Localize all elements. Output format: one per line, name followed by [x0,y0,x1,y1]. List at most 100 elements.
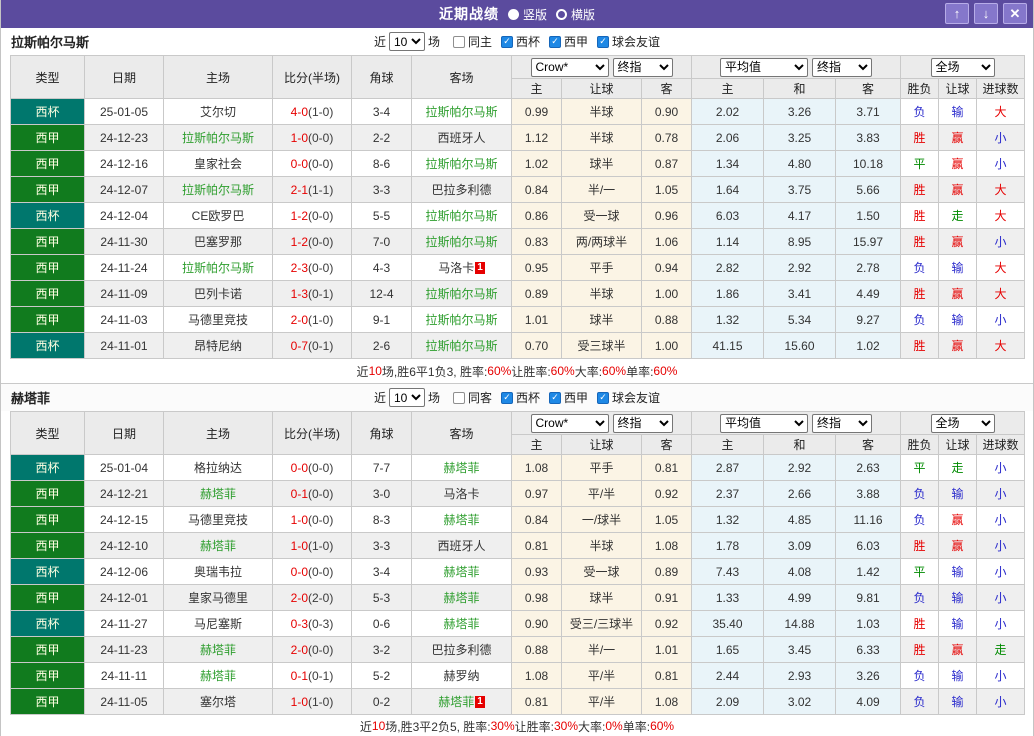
crow-away-odds: 0.94 [641,254,692,281]
result-win-loss: 胜 [900,176,940,203]
score-cell: 1-0(1-0) [272,532,352,559]
match-type-badge: 西杯 [10,558,85,585]
average-select[interactable]: 平均值 [720,57,808,77]
crow-home-odds: 0.93 [511,558,562,585]
table-row: 西甲 24-11-09 巴列卡诺 1-3(0-1) 12-4 拉斯帕尔马斯 0.… [10,280,1026,307]
away-team: 赫罗纳 [411,662,512,689]
radio-vertical-layout[interactable]: 竖版 [507,6,547,23]
home-team: 奥瑞韦拉 [163,558,273,585]
result-goals: 小 [976,150,1026,177]
filter-row: 赫塔菲 近 10 场 同客 ✓ 西杯 ✓ 西甲 ✓ 球会友谊 [1,383,1033,411]
avg-draw-odds: 4.99 [763,584,836,611]
friendly-checkbox[interactable]: ✓ [597,391,610,404]
match-date: 24-12-04 [84,202,164,229]
final-index-select-2[interactable]: 终指 [812,413,872,433]
move-up-button[interactable]: ↑ [945,3,969,24]
result-handicap: 赢 [938,150,978,177]
avg-draw-odds: 5.34 [763,306,836,333]
away-team: 马洛卡 [411,480,512,507]
avg-away-odds: 3.71 [834,98,902,125]
score-cell: 0-0(0-0) [272,150,352,177]
halftime-score: (1-0) [308,104,334,119]
crow-home-odds: 0.70 [511,332,562,359]
handicap-line: 半/一 [561,176,642,203]
sub-goals: 进球数 [976,78,1026,99]
fulltime-score: 1-0 [290,130,308,145]
recent-count-select[interactable]: 10 [388,388,425,407]
avg-away-odds: 1.02 [834,332,902,359]
match-type-badge: 西甲 [10,506,85,533]
handicap-line: 球半 [561,584,642,611]
final-index-select[interactable]: 终指 [612,57,673,77]
sub-avg-draw: 和 [763,434,836,455]
same-home-checkbox[interactable] [452,35,465,48]
radio-vertical-label: 竖版 [522,7,547,22]
corner-score: 3-2 [351,636,412,663]
handicap-line: 半球 [561,98,642,125]
final-index-select[interactable]: 终指 [612,413,673,433]
league-checkbox[interactable]: ✓ [549,35,562,48]
col-home: 主场 [163,411,273,455]
crow-home-odds: 0.99 [511,98,562,125]
handicap-line: 球半 [561,150,642,177]
average-select[interactable]: 平均值 [720,413,808,433]
away-team: 西班牙人 [411,532,512,559]
same-away-checkbox[interactable] [452,391,465,404]
score-cell: 2-0(0-0) [272,636,352,663]
full-match-group: 全场 [900,55,1026,79]
away-team: 拉斯帕尔马斯 [411,228,512,255]
halftime-score: (0-0) [308,156,334,171]
summary-line: 近 10 场,胜6平1负3, 胜率: 60% 让胜率: 60% 大率: 60% 单率: 60… [1,359,1033,383]
result-win-loss: 负 [900,662,940,689]
away-team: 赫塔菲 [411,558,512,585]
final-index-select-2[interactable]: 终指 [812,57,872,77]
handicap-odds-group: Crow* 终指 [511,55,692,79]
table-row: 西甲 24-11-03 马德里竞技 2-0(1-0) 9-1 拉斯帕尔马斯 1.… [10,306,1026,333]
corner-score: 5-2 [351,662,412,689]
match-type-badge: 西甲 [10,662,85,689]
match-date: 24-11-01 [84,332,164,359]
avg-home-odds: 6.03 [691,202,764,229]
crow-bookmaker-select[interactable]: Crow* [530,57,609,77]
recent-count-select[interactable]: 10 [388,32,425,51]
cup-checkbox[interactable]: ✓ [501,35,513,48]
avg-draw-odds: 4.17 [763,202,836,229]
fulltime-score: 2-0 [290,312,308,327]
avg-draw-odds: 8.95 [763,228,836,255]
friendly-checkbox[interactable]: ✓ [597,35,610,48]
fulltime-score: 1-3 [290,286,308,301]
close-button[interactable]: ✕ [1003,3,1027,24]
crow-away-odds: 0.96 [641,202,692,229]
sub-home: 主 [511,434,562,455]
radio-horizontal-layout[interactable]: 横版 [556,6,595,23]
full-match-select[interactable]: 全场 [930,413,995,433]
result-goals: 小 [976,480,1026,507]
table-row: 西甲 24-12-10 赫塔菲 1-0(1-0) 3-3 西班牙人 0.81 半… [10,532,1026,559]
cup-checkbox[interactable]: ✓ [501,391,513,404]
result-win-loss: 负 [900,254,940,281]
corner-score: 0-6 [351,610,412,637]
corner-score: 5-3 [351,584,412,611]
match-type-badge: 西杯 [10,98,85,125]
team-section-getafe: 赫塔菲 近 10 场 同客 ✓ 西杯 ✓ 西甲 ✓ 球会友谊 类型 日期 主场 … [1,383,1033,736]
full-match-select[interactable]: 全场 [930,57,995,77]
crow-bookmaker-select[interactable]: Crow* [530,413,609,433]
corner-score: 8-6 [351,150,412,177]
crow-home-odds: 1.02 [511,150,562,177]
league-checkbox[interactable]: ✓ [549,391,562,404]
matches-label: 场 [427,391,440,405]
crow-home-odds: 1.08 [511,662,562,689]
sub-avg-away: 客 [834,434,902,455]
table-row: 西杯 24-11-01 昂特尼纳 0-7(0-1) 2-6 拉斯帕尔马斯 0.7… [10,332,1026,359]
score-cell: 2-0(1-0) [272,306,352,333]
result-handicap: 输 [938,558,978,585]
match-date: 24-12-23 [84,124,164,151]
halftime-score: (0-0) [308,130,334,145]
avg-home-odds: 1.64 [691,176,764,203]
halftime-score: (0-1) [308,668,334,683]
score-cell: 1-3(0-1) [272,280,352,307]
move-down-button[interactable]: ↓ [974,3,998,24]
avg-draw-odds: 14.88 [763,610,836,637]
crow-away-odds: 0.88 [641,306,692,333]
results-table: 类型 日期 主场 比分(半场) 角球 客场 Crow*终指 平均值终指 全场 [10,55,1026,359]
